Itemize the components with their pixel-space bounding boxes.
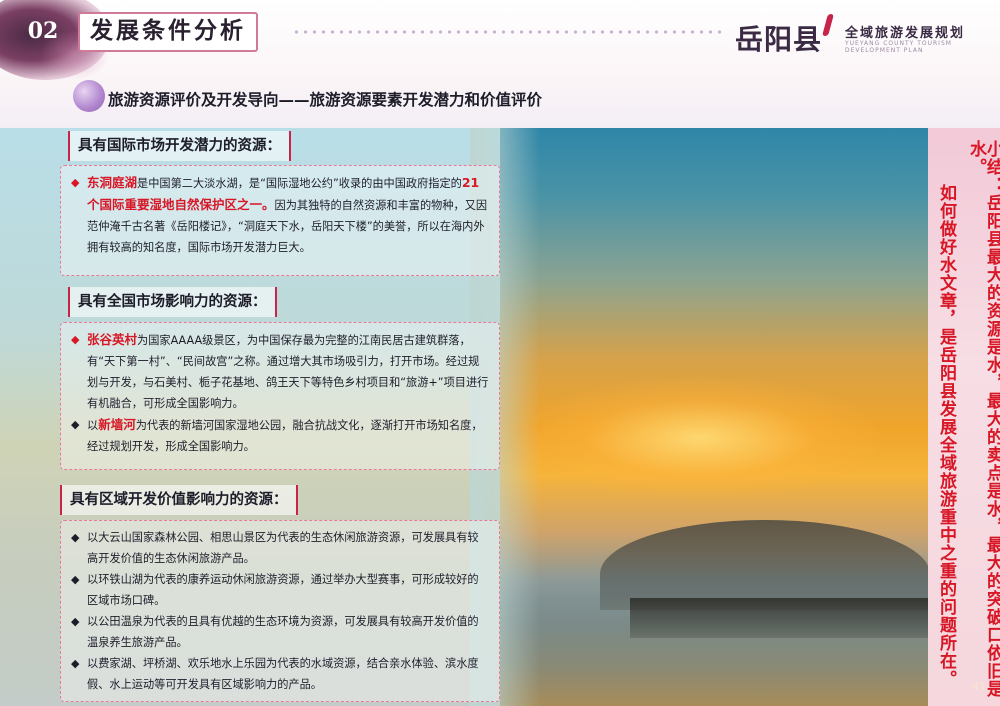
section-number: 02 <box>27 18 59 44</box>
diamond-bullet-icon: ◆ <box>71 333 80 346</box>
dotted-divider <box>292 28 722 36</box>
list-item: ◆ 以公田温泉为代表的且具有优越的生态环境为资源，可发展具有较高开发价值的温泉养生… <box>71 611 489 653</box>
page-subtitle: 旅游资源评价及开发导向——旅游资源要素开发潜力和价值评价 <box>108 91 543 109</box>
list-item: ◆ 以费家湖、坪桥湖、欢乐地水上乐园为代表的水域资源，结合亲水体验、滨水度假、水上… <box>71 653 489 695</box>
list-item: ◆ 以环铁山湖为代表的康养运动休闲旅游资源，通过举办大型赛事，可形成较好的区域市场… <box>71 569 489 611</box>
list-item: ◆ 以新墙河为代表的新墙河国家湿地公园，融合抗战文化，逐渐打开市场知名度，经过规… <box>71 414 489 457</box>
resource-name: 张谷英村 <box>87 332 138 347</box>
resource-name: 东洞庭湖 <box>87 175 138 190</box>
item-text: 是中国第二大淡水湖，是“国际湿地公约”收录的由中国政府指定的 <box>137 177 462 190</box>
heading-regional: 具有区域开发价值影响力的资源： <box>60 485 298 515</box>
summary-text: 小结：岳阳县最大的资源是水，最大的卖点是水，最大的突破口依旧是水。 <box>966 140 1000 698</box>
box-regional: ◆ 以大云山国家森林公园、相思山景区为代表的生态休闲旅游资源，可发展具有较高开发价… <box>60 520 500 702</box>
diamond-bullet-icon: ◆ <box>71 418 80 431</box>
plan-title: 全域旅游发展规划 <box>845 26 966 41</box>
list-item: ◆ 张谷英村为国家AAAA级景区，为中国保存最为完整的江南民居古建筑群落，有“天… <box>71 329 489 414</box>
diamond-bullet-icon: ◆ <box>71 657 80 670</box>
box-national: ◆ 张谷英村为国家AAAA级景区，为中国保存最为完整的江南民居古建筑群落，有“天… <box>60 322 500 470</box>
logo-mark-icon <box>822 14 834 36</box>
page-number: 41 <box>972 680 986 693</box>
plan-subtitle: YUEYANG COUNTY TOURISM DEVELOPMENT PLAN <box>845 40 952 54</box>
sphere-icon <box>73 80 105 112</box>
diamond-bullet-icon: ◆ <box>71 176 80 189</box>
logo-text: 岳阳县 <box>735 23 823 56</box>
heading-international: 具有国际市场开发潜力的资源： <box>68 131 291 161</box>
item-text: 为国家AAAA级景区，为中国保存最为完整的江南民居古建筑群落，有“天下第一村”、… <box>87 334 489 410</box>
heading-national: 具有全国市场影响力的资源： <box>68 287 277 317</box>
item-text: 以环铁山湖为代表的康养运动休闲旅游资源，通过举办大型赛事，可形成较好的区域市场口… <box>87 573 479 607</box>
resource-name: 新墙河 <box>98 417 136 432</box>
list-item: ◆ 东洞庭湖是中国第二大淡水湖，是“国际湿地公约”收录的由中国政府指定的21个国… <box>71 172 489 258</box>
page-header: 02 发展条件分析 岳阳县 全域旅游发展规划 YUEYANG COUNTY TO… <box>0 0 1000 128</box>
item-text: 以大云山国家森林公园、相思山景区为代表的生态休闲旅游资源，可发展具有较高开发价值… <box>87 531 479 565</box>
reeds-silhouette <box>630 598 930 638</box>
item-text: 以 <box>87 419 99 432</box>
diamond-bullet-icon: ◆ <box>71 573 80 586</box>
diamond-bullet-icon: ◆ <box>71 531 80 544</box>
item-text: 以公田温泉为代表的且具有优越的生态环境为资源，可发展具有较高开发价值的温泉养生旅… <box>87 615 479 649</box>
section-title: 发展条件分析 <box>78 12 258 52</box>
item-text: 以费家湖、坪桥湖、欢乐地水上乐园为代表的水域资源，结合亲水体验、滨水度假、水上运… <box>87 657 479 691</box>
diamond-bullet-icon: ◆ <box>71 615 80 628</box>
box-international: ◆ 东洞庭湖是中国第二大淡水湖，是“国际湿地公约”收录的由中国政府指定的21个国… <box>60 165 500 276</box>
sun-glow <box>520 378 880 498</box>
item-text: 为代表的新墙河国家湿地公园，融合抗战文化，逐渐打开市场知名度，经过规划开发，形成… <box>87 419 483 453</box>
list-item: ◆ 以大云山国家森林公园、相思山景区为代表的生态休闲旅游资源，可发展具有较高开发价… <box>71 527 489 569</box>
summary-text: 如何做好水文章，是岳阳县发展全域旅游重中之重的问题所在。 <box>936 184 956 688</box>
hills-silhouette <box>600 520 930 610</box>
